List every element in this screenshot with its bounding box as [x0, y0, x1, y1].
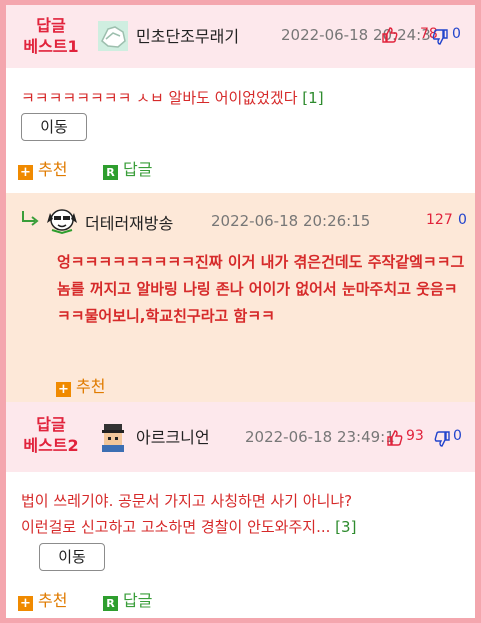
- downvote-count: 0: [452, 26, 461, 42]
- reply-r-icon: R: [103, 165, 118, 180]
- reply-button[interactable]: R 답글: [103, 587, 152, 611]
- comment-body: ㅋㅋㅋㅋㅋㅋㅋㅋ ㅅㅂ 알바도 어이없었겠다 [1]: [21, 85, 324, 111]
- recommend-button[interactable]: + 추천: [56, 373, 105, 397]
- move-button[interactable]: 이동: [39, 543, 105, 571]
- downvote-count: 0: [453, 428, 462, 444]
- comment-text: ㅋㅋㅋㅋㅋㅋㅋㅋ ㅅㅂ 알바도 어이없었겠다: [21, 89, 298, 107]
- best-badge-line1: 답글: [36, 415, 66, 434]
- nickname[interactable]: 아르크니언: [136, 424, 210, 448]
- comment-header: 답글 베스트2 아르크니언 2022-06-18 23:49:1 93 0: [6, 402, 475, 472]
- best-badge-line1: 답글: [36, 16, 66, 35]
- best-badge-line2: 베스트2: [23, 436, 79, 455]
- reply-arrow-icon: [22, 211, 39, 226]
- reply-count[interactable]: [1]: [302, 89, 323, 107]
- nickname[interactable]: 민초단조무래기: [136, 23, 239, 47]
- avatar[interactable]: [98, 422, 128, 452]
- best-badge: 답글 베스트1: [11, 15, 91, 57]
- reply-comment: 더테러재방송 2022-06-18 20:26:15 127 0 엉ㅋㅋㅋㅋㅋㅋ…: [6, 193, 475, 402]
- best-badge: 답글 베스트2: [11, 414, 91, 456]
- comment-panel: 답글 베스트1 민초단조무래기 2022-06-18 20:24:3 78 0 …: [6, 5, 475, 618]
- comment-date: 2022-06-18 23:49:1: [245, 428, 395, 446]
- recommend-label: 추천: [76, 377, 106, 396]
- upvote-count: 127: [426, 212, 453, 228]
- comment-date: 2022-06-18 20:24:3: [281, 26, 431, 44]
- reply-count[interactable]: [3]: [335, 518, 356, 536]
- best-comment-1: 답글 베스트1 민초단조무래기 2022-06-18 20:24:3 78 0 …: [6, 5, 475, 193]
- upvote-count: 93: [406, 428, 424, 444]
- nickname[interactable]: 더테러재방송: [85, 210, 173, 234]
- reply-label: 답글: [123, 160, 153, 179]
- plus-icon: +: [18, 596, 33, 611]
- comment-header: 답글 베스트1 민초단조무래기 2022-06-18 20:24:3 78 0: [6, 5, 475, 68]
- thumbs-up-icon[interactable]: [382, 27, 398, 43]
- reply-button[interactable]: R 답글: [103, 156, 152, 180]
- comment-body: 법이 쓰레기야. 공문서 가지고 사칭하면 사기 아니냐? 이런걸로 신고하고 …: [21, 488, 356, 540]
- recommend-label: 추천: [38, 160, 68, 179]
- reply-date: 2022-06-18 20:26:15: [211, 212, 371, 230]
- recommend-label: 추천: [38, 591, 68, 610]
- best-badge-line2: 베스트1: [23, 37, 79, 56]
- reply-r-icon: R: [103, 596, 118, 611]
- move-button[interactable]: 이동: [21, 113, 87, 141]
- thumbs-down-icon[interactable]: [434, 431, 450, 447]
- comment-text-line2: 이런걸로 신고하고 고소하면 경찰이 안도와주지...: [21, 518, 331, 536]
- best-comment-2: 답글 베스트2 아르크니언 2022-06-18 23:49:1 93 0 법이…: [6, 402, 475, 618]
- comment-text-line2-wrap: 이런걸로 신고하고 고소하면 경찰이 안도와주지... [3]: [21, 514, 356, 540]
- avatar[interactable]: [98, 21, 128, 51]
- plus-icon: +: [18, 165, 33, 180]
- downvote-count: 0: [458, 212, 467, 228]
- reply-body: 엉ㅋㅋㅋㅋㅋㅋㅋㅋㅋ진짜 이거 내가 겪은건데도 주작같엨ㅋㅋ그놈를 꺼지고 알…: [57, 253, 465, 325]
- avatar[interactable]: [46, 203, 78, 235]
- plus-icon: +: [56, 382, 71, 397]
- recommend-button[interactable]: + 추천: [18, 156, 67, 180]
- recommend-button[interactable]: + 추천: [18, 587, 67, 611]
- comment-text-line1: 법이 쓰레기야. 공문서 가지고 사칭하면 사기 아니냐?: [21, 492, 353, 510]
- reply-label: 답글: [123, 591, 153, 610]
- thumbs-up-icon[interactable]: [387, 430, 403, 446]
- thumbs-down-icon[interactable]: [432, 29, 448, 45]
